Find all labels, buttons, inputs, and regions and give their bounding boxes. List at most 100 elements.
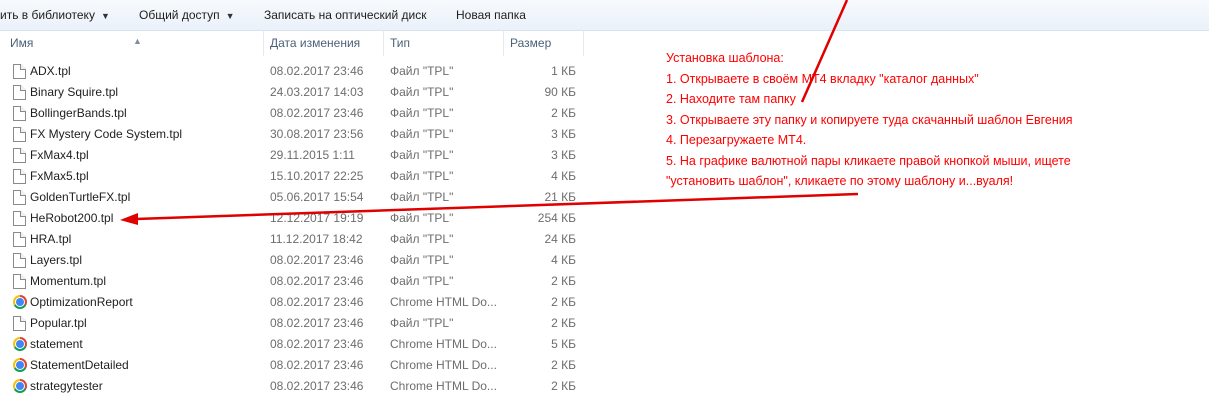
file-size: 2 КБ (551, 316, 576, 330)
file-size: 3 КБ (551, 127, 576, 141)
file-date: 08.02.2017 23:46 (270, 253, 364, 267)
file-row[interactable]: HRA.tpl 11.12.2017 18:42 Файл "TPL" 24 КБ (0, 229, 586, 250)
command-bar: ить в библиотеку ▼ Общий доступ ▼ Записать… (0, 0, 1209, 31)
annotation-line: "установить шаблон", кликаете по этому ш… (666, 174, 1014, 188)
file-size: 21 КБ (544, 190, 576, 204)
file-name: Layers.tpl (30, 253, 83, 267)
file-type: Файл "TPL" (390, 190, 454, 204)
file-type: Файл "TPL" (390, 85, 454, 99)
file-row[interactable]: FxMax5.tpl 15.10.2017 22:25 Файл "TPL" 4 КБ (0, 166, 586, 187)
file-date: 15.10.2017 22:25 (270, 169, 364, 183)
file-name: Binary Squire.tpl (30, 85, 119, 99)
file-type: Файл "TPL" (390, 211, 454, 225)
file-row[interactable]: Popular.tpl 08.02.2017 23:46 Файл "TPL" 2 К… (0, 313, 586, 334)
file-date: 08.02.2017 23:46 (270, 295, 364, 309)
annotation-line: 1. Открываете в своём МТ4 вкладку "катал… (666, 71, 979, 86)
chrome-icon (13, 379, 27, 393)
file-date: 29.11.2015 1:11 (270, 148, 355, 162)
file-type: Chrome HTML Do... (390, 337, 497, 351)
file-date: 30.08.2017 23:56 (270, 127, 364, 141)
file-row[interactable]: Momentum.tpl 08.02.2017 23:46 Файл "TPL" 2 … (0, 271, 586, 292)
file-icon (13, 316, 26, 331)
file-row[interactable]: StatementDetailed 08.02.2017 23:46 Chrome … (0, 355, 586, 376)
file-icon (13, 106, 26, 121)
file-size: 4 КБ (551, 169, 576, 183)
file-name: strategytester (30, 379, 103, 393)
include-in-library-button[interactable]: ить в библиотеку ▼ (0, 0, 110, 30)
file-type: Файл "TPL" (390, 232, 454, 246)
file-size: 1 КБ (551, 64, 576, 78)
file-row[interactable]: HeRobot200.tpl 12.12.2017 19:19 Файл "TPL"… (0, 208, 586, 229)
column-type-label: Тип (390, 36, 411, 50)
annotation-line: 4. Перезагружаете МТ4. (666, 133, 807, 147)
column-name-label: Имя (10, 36, 34, 50)
file-name: StatementDetailed (30, 358, 129, 372)
file-size: 2 КБ (551, 295, 576, 309)
chrome-icon (13, 295, 27, 309)
file-name: Momentum.tpl (30, 274, 107, 288)
column-date[interactable]: Дата изменения (264, 30, 384, 56)
file-row[interactable]: ADX.tpl 08.02.2017 23:46 Файл "TPL" 1 КБ (0, 61, 586, 82)
file-row[interactable]: strategytester 08.02.2017 23:46 Chrome HTM… (0, 376, 586, 397)
column-type[interactable]: Тип (384, 30, 504, 56)
file-type: Файл "TPL" (390, 127, 454, 141)
file-type: Chrome HTML Do... (390, 295, 497, 309)
file-row[interactable]: BollingerBands.tpl 08.02.2017 23:46 Файл "… (0, 103, 586, 124)
file-list: ADX.tpl 08.02.2017 23:46 Файл "TPL" 1 КБ Bin… (0, 61, 586, 397)
file-row[interactable]: FxMax4.tpl 29.11.2015 1:11 Файл "TPL" 3 КБ (0, 145, 586, 166)
annotation-line: Установка шаблона: (666, 51, 784, 65)
file-type: Файл "TPL" (390, 253, 454, 267)
file-date: 08.02.2017 23:46 (270, 379, 364, 393)
share-button[interactable]: Общий доступ ▼ (139, 0, 235, 30)
column-name[interactable]: Имя ▲ (4, 30, 264, 56)
file-icon (13, 190, 26, 205)
file-icon (13, 85, 26, 100)
file-date: 08.02.2017 23:46 (270, 274, 364, 288)
file-date: 08.02.2017 23:46 (270, 316, 364, 330)
file-date: 05.06.2017 15:54 (270, 190, 364, 204)
file-name: ADX.tpl (30, 64, 71, 78)
burn-disc-label: Записать на оптический диск (264, 8, 427, 22)
new-folder-button[interactable]: Новая папка (456, 0, 526, 30)
file-icon (13, 274, 26, 289)
file-size: 4 КБ (551, 253, 576, 267)
file-type: Файл "TPL" (390, 64, 454, 78)
sort-up-icon: ▲ (133, 36, 142, 46)
file-type: Файл "TPL" (390, 106, 454, 120)
file-size: 90 КБ (544, 85, 576, 99)
include-in-library-label: ить в библиотеку (0, 8, 95, 22)
file-date: 08.02.2017 23:46 (270, 337, 364, 351)
chrome-icon (13, 337, 27, 351)
file-name: FxMax4.tpl (30, 148, 89, 162)
file-size: 2 КБ (551, 274, 576, 288)
file-name: OptimizationReport (30, 295, 133, 309)
chrome-icon (13, 358, 27, 372)
annotation-line: 5. На графике валютной пары кликаете пра… (666, 153, 1071, 168)
column-size[interactable]: Размер (504, 30, 584, 56)
file-row[interactable]: Layers.tpl 08.02.2017 23:46 Файл "TPL" 4 КБ (0, 250, 586, 271)
burn-disc-button[interactable]: Записать на оптический диск (264, 0, 427, 30)
file-icon (13, 64, 26, 79)
file-date: 11.12.2017 18:42 (270, 232, 363, 246)
file-size: 2 КБ (551, 379, 576, 393)
file-row[interactable]: Binary Squire.tpl 24.03.2017 14:03 Файл "T… (0, 82, 586, 103)
file-row[interactable]: statement 08.02.2017 23:46 Chrome HTML Do.… (0, 334, 586, 355)
file-name: statement (30, 337, 83, 351)
file-icon (13, 148, 26, 163)
file-name: HeRobot200.tpl (30, 211, 114, 225)
file-date: 08.02.2017 23:46 (270, 358, 364, 372)
file-type: Chrome HTML Do... (390, 379, 497, 393)
annotation-line: 3. Открываете эту папку и копируете туда… (666, 112, 1073, 127)
file-type: Chrome HTML Do... (390, 358, 497, 372)
file-row[interactable]: GoldenTurtleFX.tpl 05.06.2017 15:54 Файл "… (0, 187, 586, 208)
file-name: HRA.tpl (30, 232, 72, 246)
file-size: 2 КБ (551, 358, 576, 372)
file-row[interactable]: OptimizationReport 08.02.2017 23:46 Chrome… (0, 292, 586, 313)
annotation-line: 2. Находите там папку (666, 92, 796, 106)
file-size: 3 КБ (551, 148, 576, 162)
file-date: 24.03.2017 14:03 (270, 85, 364, 99)
file-icon (13, 253, 26, 268)
file-row[interactable]: FX Mystery Code System.tpl 30.08.2017 23:… (0, 124, 586, 145)
chevron-down-icon: ▼ (225, 11, 235, 21)
file-size: 254 КБ (537, 211, 576, 225)
